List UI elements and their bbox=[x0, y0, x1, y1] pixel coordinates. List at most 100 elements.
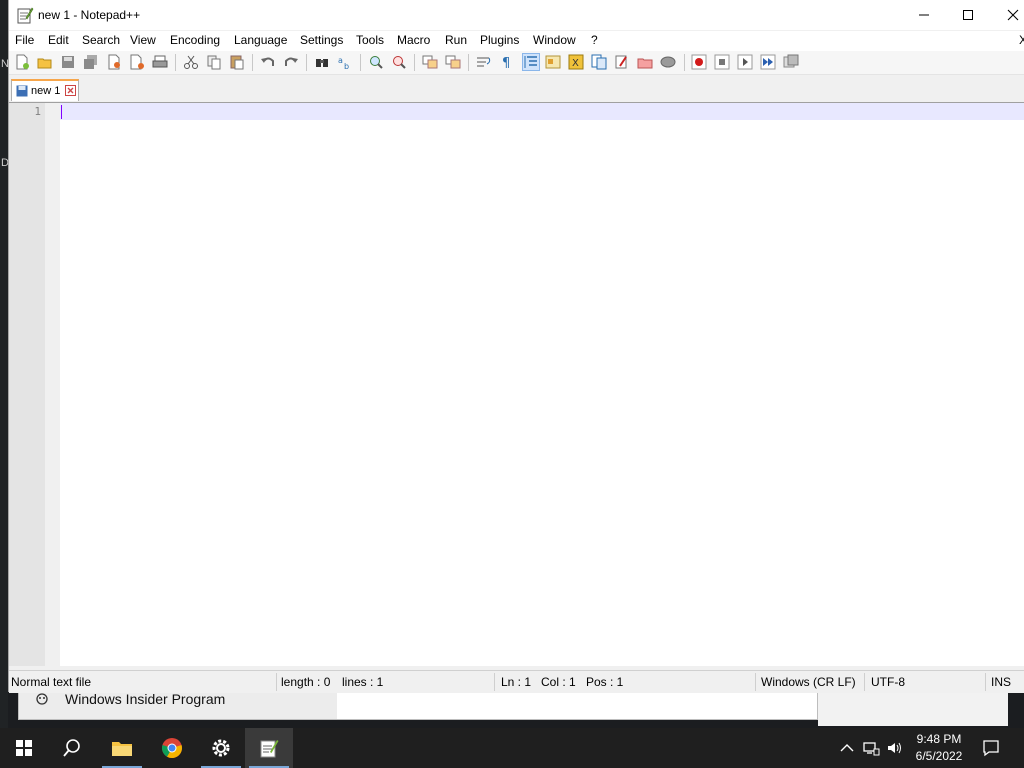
redo-button[interactable] bbox=[283, 54, 299, 70]
print-icon bbox=[152, 55, 168, 68]
chevron-up-icon[interactable] bbox=[838, 739, 856, 757]
status-column: Col : 1 bbox=[541, 675, 576, 689]
undo-button[interactable] bbox=[260, 54, 276, 70]
close-all-button[interactable] bbox=[129, 54, 145, 70]
document-map-button[interactable]: X bbox=[568, 54, 584, 70]
menu-encoding[interactable]: Encoding bbox=[170, 33, 220, 47]
minimize-button[interactable] bbox=[901, 0, 947, 30]
file-explorer-icon bbox=[112, 742, 132, 756]
play-macro-button[interactable] bbox=[737, 54, 753, 70]
taskbar-search-button[interactable] bbox=[48, 728, 96, 768]
toolbar-separator bbox=[252, 54, 253, 71]
stop-macro-button[interactable] bbox=[714, 54, 730, 70]
stop-icon bbox=[714, 54, 730, 70]
replace-button[interactable]: ab bbox=[337, 54, 353, 70]
user-language-button[interactable] bbox=[545, 54, 561, 70]
tab-bar: new 1 bbox=[9, 76, 1024, 103]
menu-tools[interactable]: Tools bbox=[356, 33, 384, 47]
sync-horizontal-button[interactable] bbox=[445, 54, 461, 70]
folder-as-workspace-button[interactable] bbox=[614, 54, 630, 70]
indent-guide-button[interactable] bbox=[522, 53, 540, 71]
fold-margin[interactable] bbox=[45, 103, 60, 666]
menu-edit[interactable]: Edit bbox=[48, 33, 69, 47]
replace-icon: ab bbox=[338, 56, 349, 70]
print-button[interactable] bbox=[152, 54, 168, 70]
network-icon[interactable] bbox=[862, 739, 880, 757]
menu-window[interactable]: Window bbox=[533, 33, 576, 47]
function-list-button[interactable] bbox=[591, 54, 607, 70]
project-panel-button[interactable] bbox=[637, 54, 653, 70]
file-explorer-button[interactable] bbox=[98, 728, 146, 768]
status-insert-mode[interactable]: INS bbox=[991, 675, 1011, 689]
new-file-button[interactable] bbox=[14, 54, 30, 70]
zoom-in-button[interactable] bbox=[368, 54, 384, 70]
record-macro-button[interactable] bbox=[691, 54, 707, 70]
notepadpp-app-icon bbox=[17, 7, 34, 24]
show-all-characters-button[interactable]: ¶ bbox=[499, 54, 515, 70]
monitoring-button[interactable] bbox=[660, 54, 676, 70]
close-document-button[interactable]: X bbox=[1019, 33, 1024, 47]
paste-button[interactable] bbox=[229, 54, 245, 70]
menu-search[interactable]: Search bbox=[82, 33, 120, 47]
find-button[interactable] bbox=[314, 54, 330, 70]
tab-new-1[interactable]: new 1 bbox=[11, 79, 79, 101]
settings-button[interactable] bbox=[197, 728, 245, 768]
notepadpp-window: new 1 - Notepad++ File Edit Search View … bbox=[8, 0, 1024, 693]
sync-vertical-button[interactable] bbox=[422, 54, 438, 70]
document-map-icon: X bbox=[568, 54, 584, 70]
word-wrap-button[interactable] bbox=[476, 54, 492, 70]
toolbar-separator bbox=[360, 54, 361, 71]
notepadpp-taskbar-button[interactable] bbox=[245, 728, 293, 768]
system-clock[interactable]: 9:48 PM 6/5/2022 bbox=[904, 731, 974, 765]
svg-text:X: X bbox=[572, 58, 579, 69]
pilcrow-icon: ¶ bbox=[502, 56, 510, 70]
close-file-button[interactable] bbox=[106, 54, 122, 70]
chrome-button[interactable] bbox=[148, 728, 196, 768]
new-file-icon bbox=[16, 54, 29, 70]
start-button[interactable] bbox=[0, 728, 48, 768]
status-eol[interactable]: Windows (CR LF) bbox=[761, 675, 856, 689]
menu-plugins[interactable]: Plugins bbox=[480, 33, 519, 47]
binoculars-icon bbox=[316, 59, 328, 67]
menu-help[interactable]: ? bbox=[591, 33, 598, 47]
save-all-button[interactable] bbox=[83, 54, 99, 70]
editor-area[interactable]: 1 bbox=[9, 103, 1024, 666]
cut-button[interactable] bbox=[183, 54, 199, 70]
sync-horizontal-icon bbox=[445, 55, 461, 69]
status-lines: lines : 1 bbox=[342, 675, 384, 689]
zoom-out-button[interactable] bbox=[391, 54, 407, 70]
copy-button[interactable] bbox=[206, 54, 222, 70]
settings-icon bbox=[212, 739, 230, 757]
menu-settings[interactable]: Settings bbox=[300, 33, 343, 47]
menu-file[interactable]: File bbox=[15, 33, 34, 47]
status-encoding[interactable]: UTF-8 bbox=[871, 675, 905, 689]
open-file-button[interactable] bbox=[37, 54, 53, 70]
close-button[interactable] bbox=[990, 0, 1024, 30]
tab-close-icon[interactable] bbox=[65, 85, 76, 96]
notifications-icon[interactable] bbox=[982, 739, 1000, 757]
play-icon bbox=[737, 54, 753, 70]
fast-forward-icon bbox=[760, 54, 776, 70]
save-button[interactable] bbox=[60, 54, 76, 70]
user-language-icon bbox=[545, 55, 561, 69]
run-macro-multiple-button[interactable] bbox=[760, 54, 776, 70]
toolbar: ab ¶ X bbox=[9, 51, 1024, 75]
menu-bar: File Edit Search View Encoding Language … bbox=[9, 31, 1024, 51]
maximize-button[interactable] bbox=[945, 0, 991, 30]
menu-run[interactable]: Run bbox=[445, 33, 467, 47]
background-panel-item[interactable]: Windows Insider Program bbox=[65, 691, 225, 707]
workspace-icon bbox=[615, 55, 627, 69]
sync-vertical-icon bbox=[422, 55, 438, 69]
svg-text:¶: ¶ bbox=[502, 56, 510, 70]
status-position: Pos : 1 bbox=[586, 675, 624, 689]
save-macro-button[interactable] bbox=[783, 54, 799, 70]
menu-macro[interactable]: Macro bbox=[397, 33, 430, 47]
title-bar[interactable]: new 1 - Notepad++ bbox=[9, 0, 1024, 30]
record-icon bbox=[691, 54, 707, 70]
unsaved-file-icon bbox=[16, 85, 28, 97]
word-wrap-icon bbox=[477, 57, 491, 67]
open-folder-icon bbox=[37, 58, 52, 69]
volume-icon[interactable] bbox=[886, 739, 904, 757]
menu-view[interactable]: View bbox=[130, 33, 156, 47]
menu-language[interactable]: Language bbox=[234, 33, 287, 47]
